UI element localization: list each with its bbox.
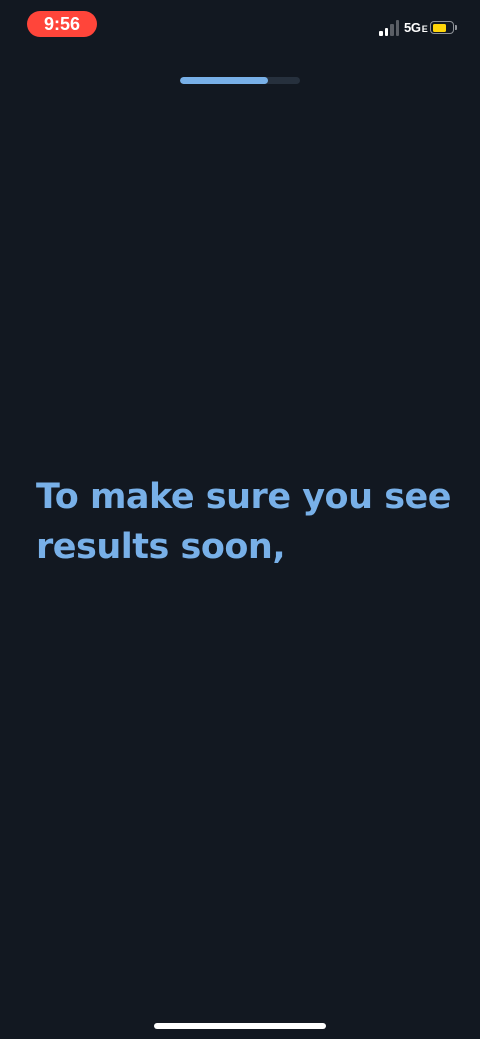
battery-fill: [432, 23, 446, 32]
battery-icon: [430, 21, 457, 35]
cellular-signal-icon: [379, 20, 401, 36]
network-label: 5G: [404, 20, 421, 35]
progress-fill: [180, 77, 268, 84]
network-suffix: E: [421, 24, 428, 34]
status-time: 9:56: [27, 11, 97, 37]
progress-bar: [180, 77, 300, 84]
battery-cap: [455, 25, 457, 30]
signal-bar: [395, 20, 399, 36]
signal-bar: [379, 31, 383, 36]
home-indicator[interactable]: [154, 1023, 326, 1029]
status-bar: 9:56 5GE: [0, 0, 480, 50]
onboarding-message: To make sure you see results soon,: [36, 477, 452, 567]
signal-bar: [384, 28, 388, 36]
network-indicator: 5GE: [404, 20, 428, 37]
signal-bar: [390, 24, 394, 36]
